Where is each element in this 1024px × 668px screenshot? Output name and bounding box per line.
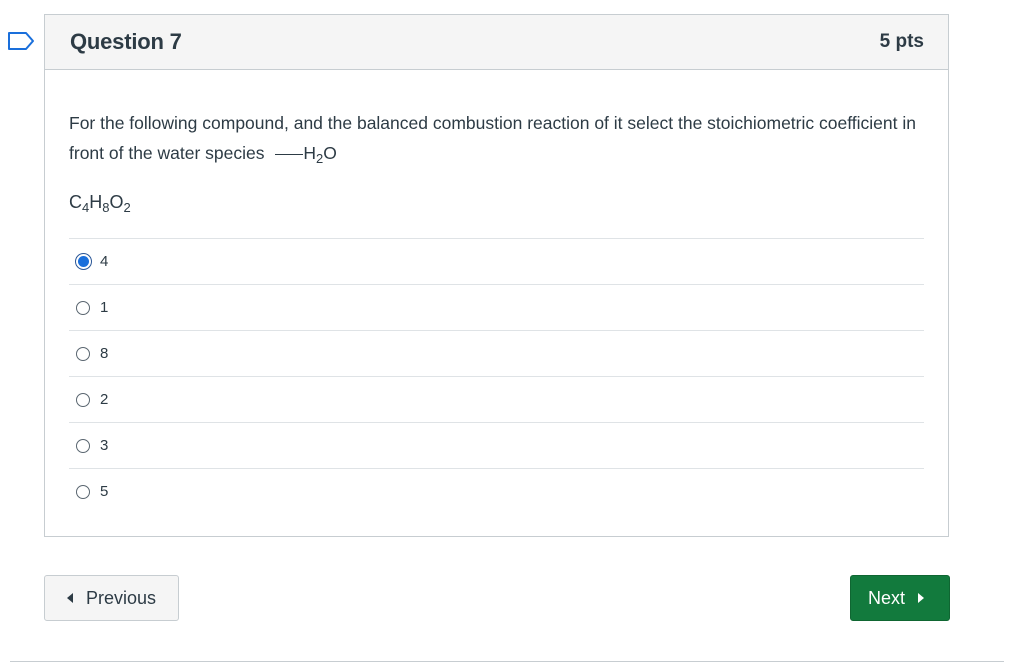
- triangle-left-icon: [67, 593, 73, 603]
- question-title: Question 7: [70, 29, 182, 54]
- answer-label: 1: [100, 299, 109, 316]
- flag-question-icon[interactable]: [7, 31, 35, 51]
- answer-blank: [275, 154, 304, 155]
- question-card: Question 7 5 pts For the following compo…: [44, 14, 949, 537]
- previous-button[interactable]: Previous: [44, 575, 179, 621]
- question-header: Question 7 5 pts: [45, 15, 948, 70]
- answer-option[interactable]: 4: [69, 239, 924, 285]
- answer-label: 4: [100, 253, 109, 270]
- answer-option[interactable]: 1: [69, 285, 924, 331]
- answer-label: 5: [100, 483, 109, 500]
- radio-selected-icon[interactable]: [75, 253, 92, 270]
- footer-divider: [10, 661, 1004, 662]
- question-prompt: For the following compound, and the bala…: [69, 113, 916, 163]
- water-formula: H2O: [303, 143, 337, 166]
- triangle-right-icon: [918, 593, 925, 603]
- answer-option[interactable]: 8: [69, 331, 924, 377]
- answer-label: 2: [100, 391, 109, 408]
- radio-unselected-icon[interactable]: [76, 484, 90, 499]
- radio-unselected-icon[interactable]: [76, 392, 90, 407]
- question-body: For the following compound, and the bala…: [45, 70, 948, 514]
- answer-option[interactable]: 5: [69, 469, 924, 514]
- radio-unselected-icon[interactable]: [76, 300, 90, 315]
- radio-unselected-icon[interactable]: [76, 346, 90, 361]
- question-text: For the following compound, and the bala…: [69, 108, 924, 168]
- answer-list: 4 1 8 2 3 5: [69, 238, 924, 514]
- question-points: 5 pts: [879, 31, 924, 52]
- answer-label: 3: [100, 437, 109, 454]
- next-button[interactable]: Next: [850, 575, 950, 621]
- next-label: Next: [868, 587, 906, 608]
- compound-formula: C4H8O2: [69, 192, 131, 215]
- previous-label: Previous: [86, 587, 157, 608]
- radio-unselected-icon[interactable]: [76, 438, 90, 453]
- answer-option[interactable]: 3: [69, 423, 924, 469]
- answer-option[interactable]: 2: [69, 377, 924, 423]
- answer-label: 8: [100, 345, 109, 362]
